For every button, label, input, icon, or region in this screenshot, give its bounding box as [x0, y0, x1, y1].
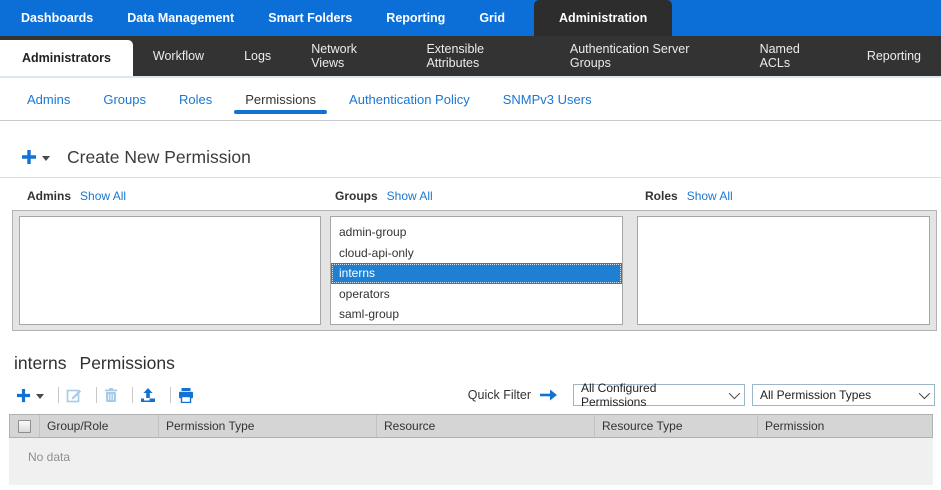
subnav-authentication-server-groups[interactable]: Authentication Server Groups: [550, 36, 740, 76]
admins-label-row: Admins Show All: [27, 189, 126, 203]
admins-show-all-link[interactable]: Show All: [80, 189, 126, 203]
dropdown-caret-icon: [42, 156, 50, 161]
subnav-named-acls[interactable]: Named ACLs: [740, 36, 847, 76]
groups-show-all-link[interactable]: Show All: [387, 189, 433, 203]
tab-permissions[interactable]: Permissions: [245, 78, 316, 120]
create-permission-title: Create New Permission: [67, 147, 251, 168]
toolbar-separator: [58, 387, 59, 403]
list-item[interactable]: saml-group: [331, 304, 622, 325]
tab-authentication-policy[interactable]: Authentication Policy: [349, 78, 470, 120]
tertiary-tabs: Admins Groups Roles Permissions Authenti…: [0, 76, 941, 121]
tab-groups[interactable]: Groups: [103, 78, 146, 120]
subnav-network-views[interactable]: Network Views: [291, 36, 406, 76]
nav-administration[interactable]: Administration: [534, 0, 672, 36]
nav-grid[interactable]: Grid: [462, 0, 522, 36]
add-button[interactable]: [16, 388, 44, 403]
toolbar-separator: [132, 387, 133, 403]
permission-pickers: Admins Show All Groups Show All Roles Show …: [0, 186, 941, 339]
chevron-down-icon: [919, 388, 930, 399]
admins-listbox[interactable]: [19, 216, 321, 325]
add-permission-button[interactable]: [21, 149, 50, 165]
pickers-panel: admin-group cloud-api-only interns opera…: [12, 210, 937, 331]
nav-data-management[interactable]: Data Management: [110, 0, 251, 36]
select-all-checkbox[interactable]: [18, 420, 31, 433]
upload-icon: [140, 388, 156, 403]
empty-state-text: No data: [9, 438, 933, 464]
subnav-logs[interactable]: Logs: [224, 36, 291, 76]
toolbar-separator: [96, 387, 97, 403]
delete-icon: [104, 388, 118, 403]
column-header-permission[interactable]: Permission: [757, 415, 932, 437]
column-header-group-role[interactable]: Group/Role: [39, 415, 158, 437]
permissions-table: Group/Role Permission Type Resource Reso…: [9, 414, 933, 485]
groups-label-row: Groups Show All: [335, 189, 433, 203]
permissions-section-title: interns Permissions: [14, 353, 941, 375]
chevron-down-icon: [729, 388, 740, 399]
select-all-cell: [10, 415, 39, 437]
quick-filter-label: Quick Filter: [468, 388, 531, 402]
column-header-resource[interactable]: Resource: [376, 415, 594, 437]
selected-group-name: interns: [14, 353, 67, 373]
table-body: No data: [9, 438, 933, 485]
upload-button[interactable]: [140, 388, 156, 403]
divider: [0, 177, 941, 178]
permission-types-value: All Permission Types: [760, 388, 871, 402]
column-header-permission-type[interactable]: Permission Type: [158, 415, 376, 437]
column-header-resource-type[interactable]: Resource Type: [594, 415, 757, 437]
configured-permissions-select[interactable]: All Configured Permissions: [573, 384, 745, 406]
groups-label: Groups: [335, 189, 378, 203]
subnav-workflow[interactable]: Workflow: [133, 36, 224, 76]
nav-dashboards[interactable]: Dashboards: [4, 0, 110, 36]
tab-snmpv3-users[interactable]: SNMPv3 Users: [503, 78, 592, 120]
print-button[interactable]: [178, 388, 194, 403]
toolbar-separator: [170, 387, 171, 403]
print-icon: [178, 388, 194, 403]
permissions-title-suffix: Permissions: [80, 353, 175, 373]
subnav-reporting[interactable]: Reporting: [847, 36, 941, 76]
configured-permissions-value: All Configured Permissions: [581, 381, 723, 409]
nav-smart-folders[interactable]: Smart Folders: [251, 0, 369, 36]
permission-types-select[interactable]: All Permission Types: [752, 384, 935, 406]
admins-label: Admins: [27, 189, 71, 203]
roles-label-row: Roles Show All: [645, 189, 733, 203]
groups-listbox[interactable]: admin-group cloud-api-only interns opera…: [330, 216, 623, 325]
edit-button[interactable]: [66, 387, 82, 403]
plus-icon: [16, 388, 31, 403]
quick-filter-arrow-icon: [539, 388, 559, 402]
subnav-extensible-attributes[interactable]: Extensible Attributes: [406, 36, 549, 76]
list-item[interactable]: admin-group: [331, 222, 622, 243]
list-item-selected[interactable]: interns: [331, 263, 622, 284]
list-item[interactable]: operators: [331, 284, 622, 305]
roles-show-all-link[interactable]: Show All: [687, 189, 733, 203]
tab-admins[interactable]: Admins: [27, 78, 70, 120]
subnav-administrators[interactable]: Administrators: [0, 40, 133, 76]
table-header-row: Group/Role Permission Type Resource Reso…: [9, 414, 933, 438]
nav-reporting[interactable]: Reporting: [369, 0, 462, 36]
delete-button[interactable]: [104, 388, 118, 403]
edit-icon: [66, 387, 82, 403]
secondary-nav: Administrators Workflow Logs Network Vie…: [0, 36, 941, 76]
roles-listbox[interactable]: [637, 216, 930, 325]
list-item[interactable]: cloud-api-only: [331, 243, 622, 264]
create-permission-header: Create New Permission: [0, 121, 941, 168]
roles-label: Roles: [645, 189, 678, 203]
dropdown-caret-icon: [36, 394, 44, 399]
tab-roles[interactable]: Roles: [179, 78, 212, 120]
plus-icon: [21, 149, 37, 165]
primary-nav: Dashboards Data Management Smart Folders…: [0, 0, 941, 36]
permissions-toolbar: Quick Filter All Configured Permissions …: [16, 383, 935, 407]
